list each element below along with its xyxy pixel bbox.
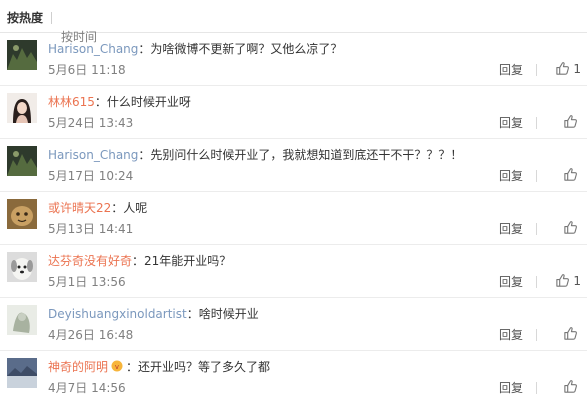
thumbs-up-icon xyxy=(556,274,570,287)
like-button[interactable]: 1 xyxy=(555,61,581,77)
vip-badge-icon: v xyxy=(111,360,123,372)
tab-sort-by-hot[interactable]: 按热度 xyxy=(7,11,43,25)
colon: ： xyxy=(138,148,151,162)
action-divider xyxy=(536,170,537,182)
thumbs-up-icon xyxy=(564,221,577,234)
avatar[interactable] xyxy=(7,358,37,388)
colon: ： xyxy=(111,201,124,215)
like-button[interactable] xyxy=(563,114,581,130)
colon: ： xyxy=(126,360,139,374)
thumbs-up-icon xyxy=(564,380,577,393)
avatar[interactable] xyxy=(7,252,37,282)
like-button[interactable] xyxy=(563,379,581,395)
comment-text: 还开业吗？等了多久了都 xyxy=(138,360,271,374)
colon: ： xyxy=(94,95,107,109)
thumbs-up-icon xyxy=(564,115,577,128)
username-link[interactable]: Deyishuangxinoldartist xyxy=(48,307,187,321)
reply-button[interactable]: 回复 xyxy=(499,116,523,130)
comment-text: 21年能开业吗？ xyxy=(144,254,232,268)
username-link[interactable]: 林林615 xyxy=(48,95,95,109)
comment-timestamp: 5月24日 13:43 xyxy=(48,116,134,130)
comment-row: Harison_Chang：先别问什么时候开业了，我就想知道到底还干不干？？？！… xyxy=(0,139,587,192)
avatar[interactable] xyxy=(7,40,37,70)
action-divider xyxy=(536,382,537,394)
action-divider xyxy=(536,276,537,288)
username-link[interactable]: Harison_Chang xyxy=(48,148,138,162)
comment-row: 神奇的阿明 v ：还开业吗？等了多久了都 4月7日 14:56 回复 xyxy=(0,351,587,404)
comment-timestamp: 5月1日 13:56 xyxy=(48,275,126,289)
username-link[interactable]: 达芬奇没有好奇 xyxy=(48,254,132,268)
comment-line: 林林615：什么时候开业呀 xyxy=(48,94,191,110)
action-divider xyxy=(536,329,537,341)
comment-text: 为啥微博不更新了啊？又他么凉了？ xyxy=(150,42,343,56)
sort-tabs: 按热度 按时间 xyxy=(0,0,587,44)
comment-line: Deyishuangxinoldartist：啥时候开业 xyxy=(48,306,259,322)
comment-text: 先别问什么时候开业了，我就想知道到底还干不干？？？！ xyxy=(150,148,463,162)
comment-row: 或许晴天22：人呢 5月13日 14:41 回复 xyxy=(0,192,587,245)
like-button[interactable] xyxy=(563,220,581,236)
colon: ： xyxy=(132,254,145,268)
action-divider xyxy=(536,223,537,235)
reply-button[interactable]: 回复 xyxy=(499,328,523,342)
like-count: 1 xyxy=(573,62,581,76)
comment-row: 达芬奇没有好奇：21年能开业吗？ 5月1日 13:56 回复 1 xyxy=(0,245,587,298)
colon: ： xyxy=(138,42,151,56)
comment-row: Deyishuangxinoldartist：啥时候开业 4月26日 16:48… xyxy=(0,298,587,351)
tab-divider xyxy=(51,12,52,24)
action-divider xyxy=(536,64,537,76)
comment-timestamp: 4月26日 16:48 xyxy=(48,328,134,342)
avatar[interactable] xyxy=(7,146,37,176)
comment-timestamp: 5月6日 11:18 xyxy=(48,63,126,77)
username-link[interactable]: 神奇的阿明 xyxy=(48,360,108,374)
like-count: 1 xyxy=(573,274,581,288)
comment-timestamp: 4月7日 14:56 xyxy=(48,381,126,395)
comment-line: 神奇的阿明 v ：还开业吗？等了多久了都 xyxy=(48,359,270,375)
thumbs-up-icon xyxy=(556,62,570,75)
reply-button[interactable]: 回复 xyxy=(499,222,523,236)
like-button[interactable] xyxy=(563,326,581,342)
action-divider xyxy=(536,117,537,129)
comment-timestamp: 5月17日 10:24 xyxy=(48,169,134,183)
comment-timestamp: 5月13日 14:41 xyxy=(48,222,134,236)
comment-line: Harison_Chang：为啥微博不更新了啊？又他么凉了？ xyxy=(48,41,342,57)
like-button[interactable]: 1 xyxy=(555,273,581,289)
comment-line: 达芬奇没有好奇：21年能开业吗？ xyxy=(48,253,231,269)
comment-row: Harison_Chang：为啥微博不更新了啊？又他么凉了？ 5月6日 11:1… xyxy=(0,33,587,86)
username-link[interactable]: 或许晴天22 xyxy=(48,201,111,215)
comment-line: 或许晴天22：人呢 xyxy=(48,200,147,216)
comment-line: Harison_Chang：先别问什么时候开业了，我就想知道到底还干不干？？？！ xyxy=(48,147,462,163)
colon: ： xyxy=(186,307,199,321)
reply-button[interactable]: 回复 xyxy=(499,381,523,395)
avatar[interactable] xyxy=(7,93,37,123)
svg-text:v: v xyxy=(115,363,119,371)
comment-text: 人呢 xyxy=(123,201,148,215)
thumbs-up-icon xyxy=(564,327,577,340)
reply-button[interactable]: 回复 xyxy=(499,63,523,77)
avatar[interactable] xyxy=(7,305,37,335)
thumbs-up-icon xyxy=(564,168,577,181)
comment-text: 什么时候开业呀 xyxy=(106,95,191,109)
comment-text: 啥时候开业 xyxy=(198,307,259,321)
avatar[interactable] xyxy=(7,199,37,229)
like-button[interactable] xyxy=(563,167,581,183)
username-link[interactable]: Harison_Chang xyxy=(48,42,138,56)
reply-button[interactable]: 回复 xyxy=(499,169,523,183)
reply-button[interactable]: 回复 xyxy=(499,275,523,289)
comment-row: 林林615：什么时候开业呀 5月24日 13:43 回复 xyxy=(0,86,587,139)
